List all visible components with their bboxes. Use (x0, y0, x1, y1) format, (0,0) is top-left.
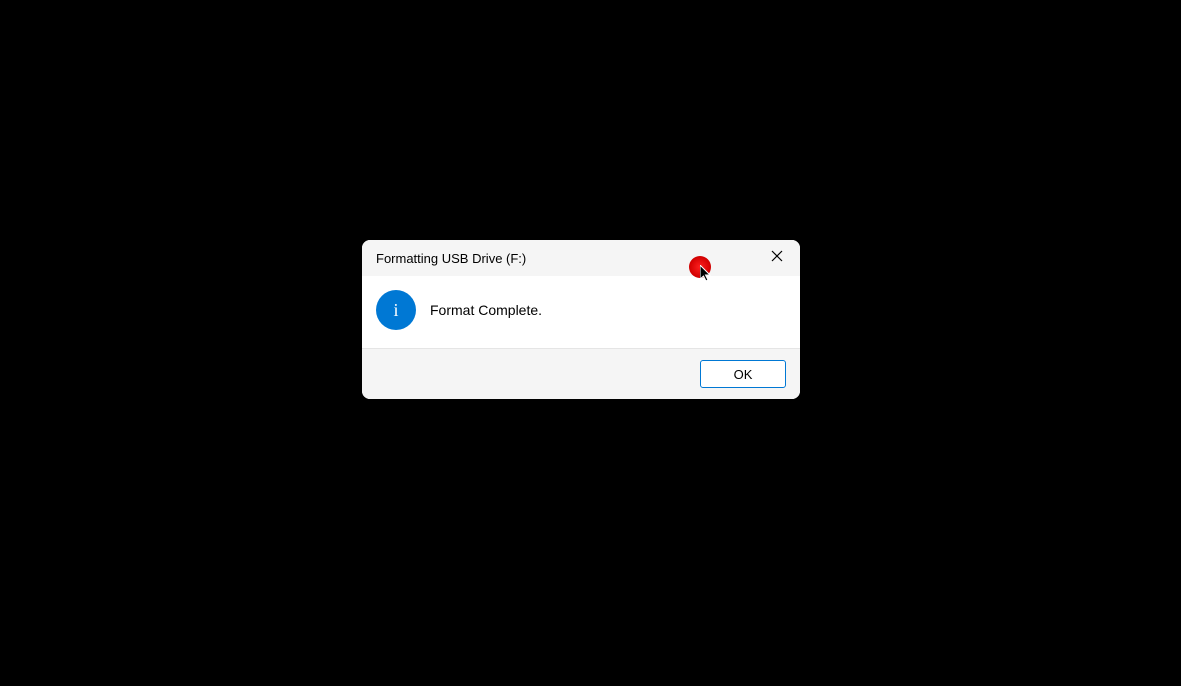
dialog-titlebar[interactable]: Formatting USB Drive (F:) (362, 240, 800, 276)
info-icon: i (376, 290, 416, 330)
dialog-title: Formatting USB Drive (F:) (376, 251, 526, 266)
close-icon (771, 249, 783, 267)
format-complete-dialog: Formatting USB Drive (F:) i Format Compl… (362, 240, 800, 399)
close-button[interactable] (754, 240, 800, 276)
dialog-footer: OK (362, 348, 800, 399)
dialog-message: Format Complete. (430, 302, 542, 318)
ok-button[interactable]: OK (700, 360, 786, 388)
dialog-content: i Format Complete. (362, 276, 800, 348)
